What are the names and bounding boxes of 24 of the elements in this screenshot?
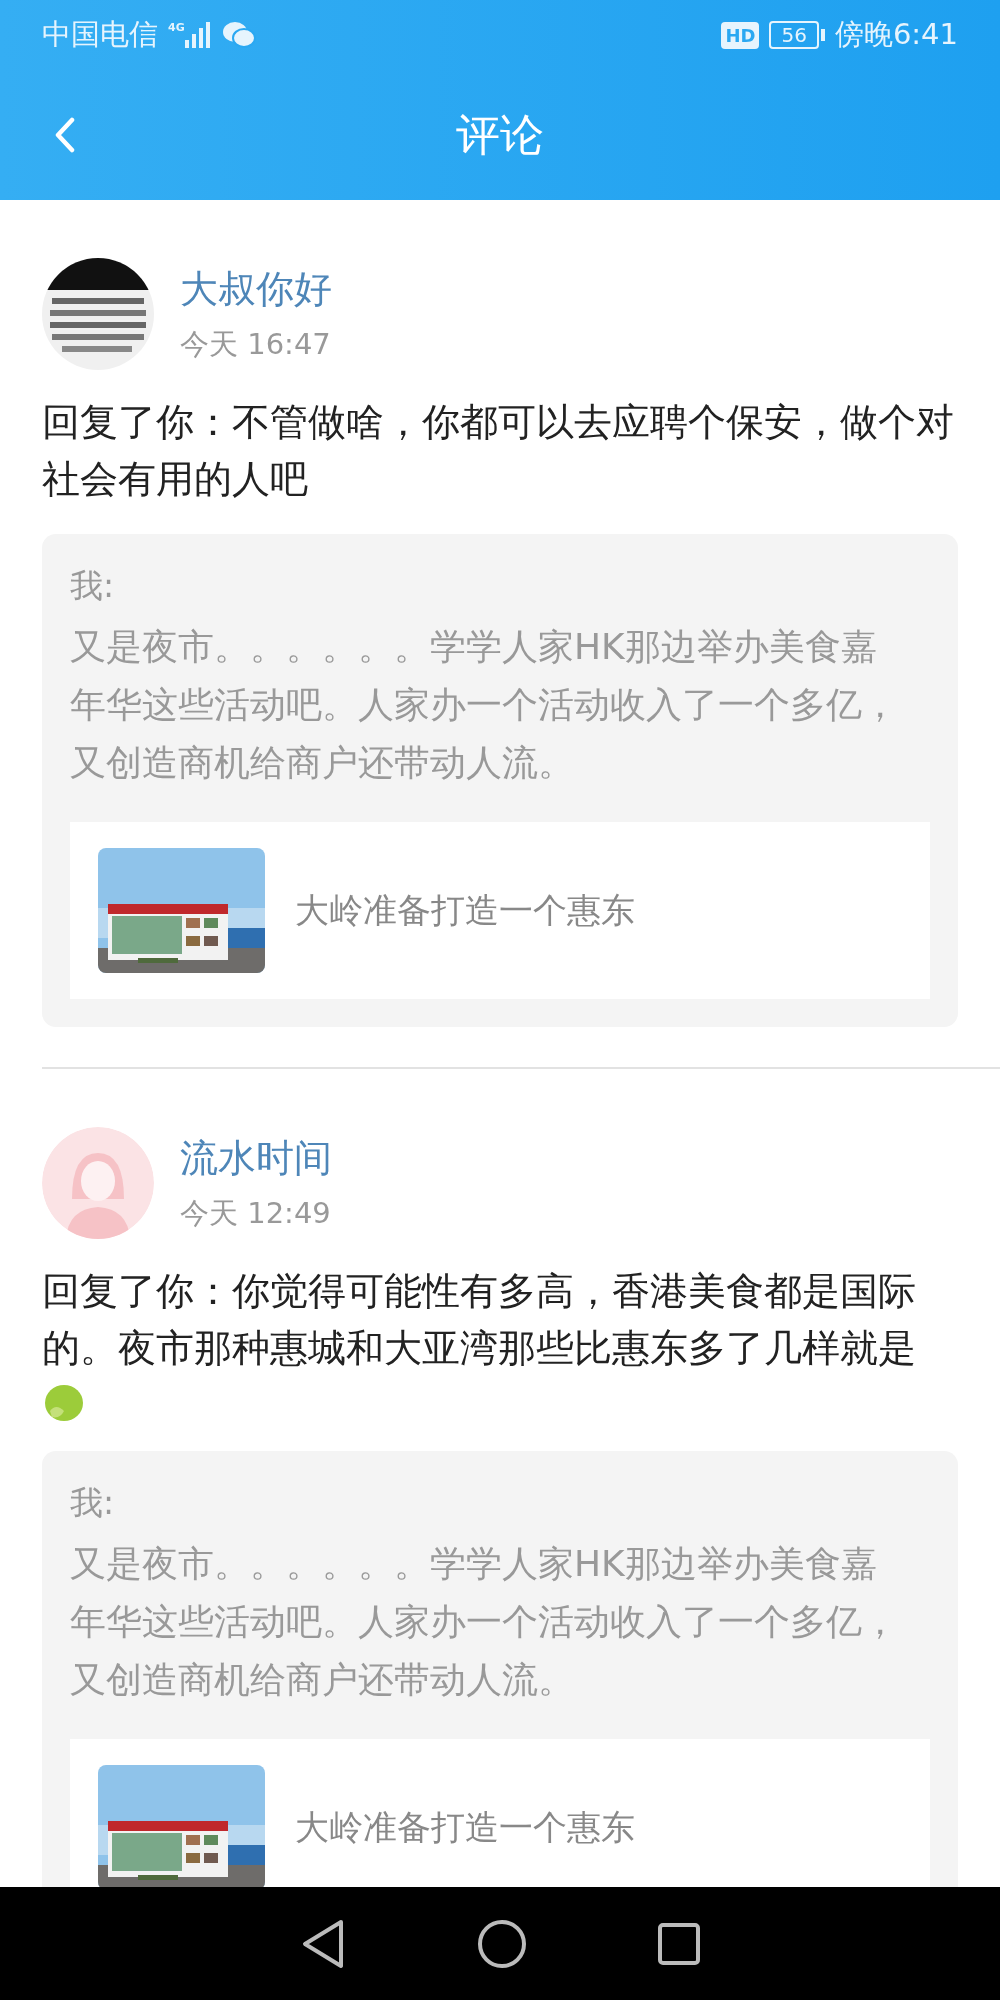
article-link[interactable]: 大岭准备打造一个惠东 — [70, 1739, 930, 1887]
user-name[interactable]: 大叔你好 — [180, 263, 332, 315]
comment-time: 今天 16:47 — [180, 325, 332, 363]
chat-icon — [222, 21, 256, 49]
user-name[interactable]: 流水时间 — [180, 1132, 332, 1184]
quote-author: 我: — [70, 1482, 116, 1524]
recents-icon — [657, 1921, 701, 1966]
battery-level: 56 — [769, 21, 819, 49]
carrier-name: 中国电信 — [42, 16, 158, 53]
quote-text: 又是夜市。。。。。。学学人家HK那边举办美食嘉年华这些活动吧。人家办一个活动收入了一个多亿，又创造商机给商户还带动人流。 — [70, 625, 899, 785]
comment-text: 回复了你：你觉得可能性有多高，香港美食都是国际的。夜市那种惠城和大亚湾那些比惠东多了几样就是 — [42, 1268, 917, 1372]
quote-text: 又是夜市。。。。。。学学人家HK那边举办美食嘉年华这些活动吧。人家办一个活动收入了一个多亿，又创造商机给商户还带动人流。 — [70, 1542, 899, 1702]
comment-text: 回复了你：不管做啥，你都可以去应聘个保安，做个对社会有用的人吧 — [42, 399, 955, 503]
hd-badge: HD — [721, 21, 760, 49]
home-icon — [477, 1918, 527, 1969]
page-title: 评论 — [456, 107, 544, 162]
avatar-icon — [42, 1127, 154, 1239]
quote-author: 我: — [70, 565, 116, 607]
clock: 傍晚6:41 — [834, 16, 958, 53]
recents-button[interactable] — [657, 1921, 701, 1966]
home-button[interactable] — [477, 1918, 527, 1969]
back-icon — [54, 117, 76, 153]
article-link[interactable]: 大岭准备打造一个惠东 — [70, 822, 930, 999]
comment-time: 今天 12:49 — [180, 1194, 332, 1232]
